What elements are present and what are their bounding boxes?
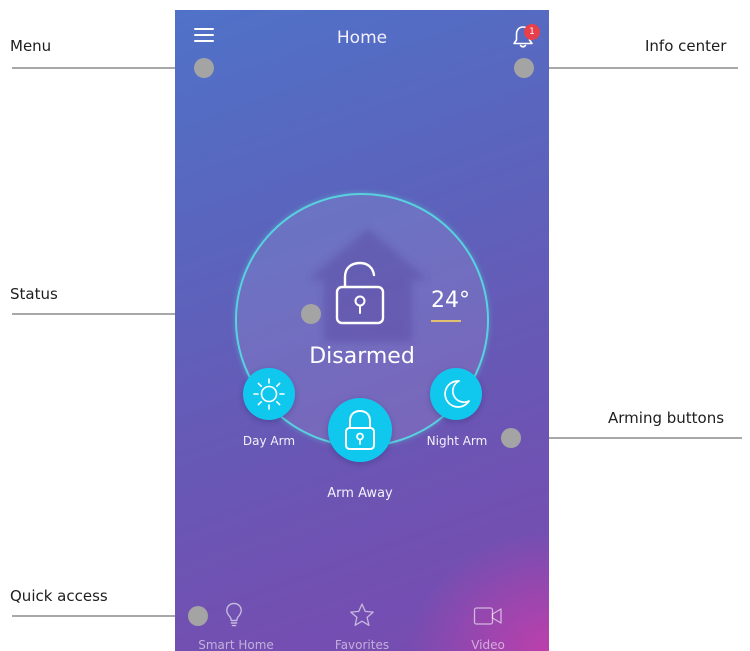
moon-icon — [444, 380, 470, 408]
temperature-readout: 24° — [431, 288, 470, 313]
temperature-underline — [431, 320, 461, 322]
lock-open-icon — [335, 261, 385, 325]
callout-info-center-dot — [514, 58, 534, 78]
night-arm-button[interactable] — [430, 368, 482, 420]
callout-quick-access-line — [12, 615, 198, 617]
callout-arming-buttons-label: Arming buttons — [608, 409, 725, 427]
page-title: Home — [336, 28, 388, 48]
lock-closed-icon — [345, 409, 375, 450]
callout-status-dot — [301, 304, 321, 324]
day-arm-button[interactable] — [243, 368, 295, 420]
day-arm-label: Day Arm — [242, 434, 296, 448]
app-screen: Home 1 24° Disarmed Day Arm Arm Away Nig… — [175, 10, 549, 651]
callout-quick-access-label: Quick access — [10, 587, 108, 605]
status-text: Disarmed — [309, 344, 415, 369]
quick-access-favorites-label: Favorites — [334, 638, 390, 651]
quick-access-video-label: Video — [471, 638, 505, 651]
callout-menu-label: Menu — [10, 37, 52, 55]
arm-away-label: Arm Away — [327, 486, 393, 501]
lightbulb-icon — [226, 602, 242, 627]
callout-arming-buttons-dot — [501, 428, 521, 448]
sun-icon — [253, 378, 285, 410]
notification-badge: 1 — [524, 24, 540, 40]
night-arm-label: Night Arm — [426, 434, 488, 448]
quick-access-smart-home-label: Smart Home — [198, 638, 274, 651]
callout-info-center-line — [524, 67, 738, 69]
callout-status-label: Status — [10, 285, 58, 303]
callout-info-center-label: Info center — [645, 37, 727, 55]
callout-quick-access-dot — [188, 606, 208, 626]
callout-menu-dot — [194, 58, 214, 78]
star-icon — [350, 603, 374, 626]
video-camera-icon — [473, 607, 502, 625]
arm-away-button[interactable] — [328, 398, 392, 462]
